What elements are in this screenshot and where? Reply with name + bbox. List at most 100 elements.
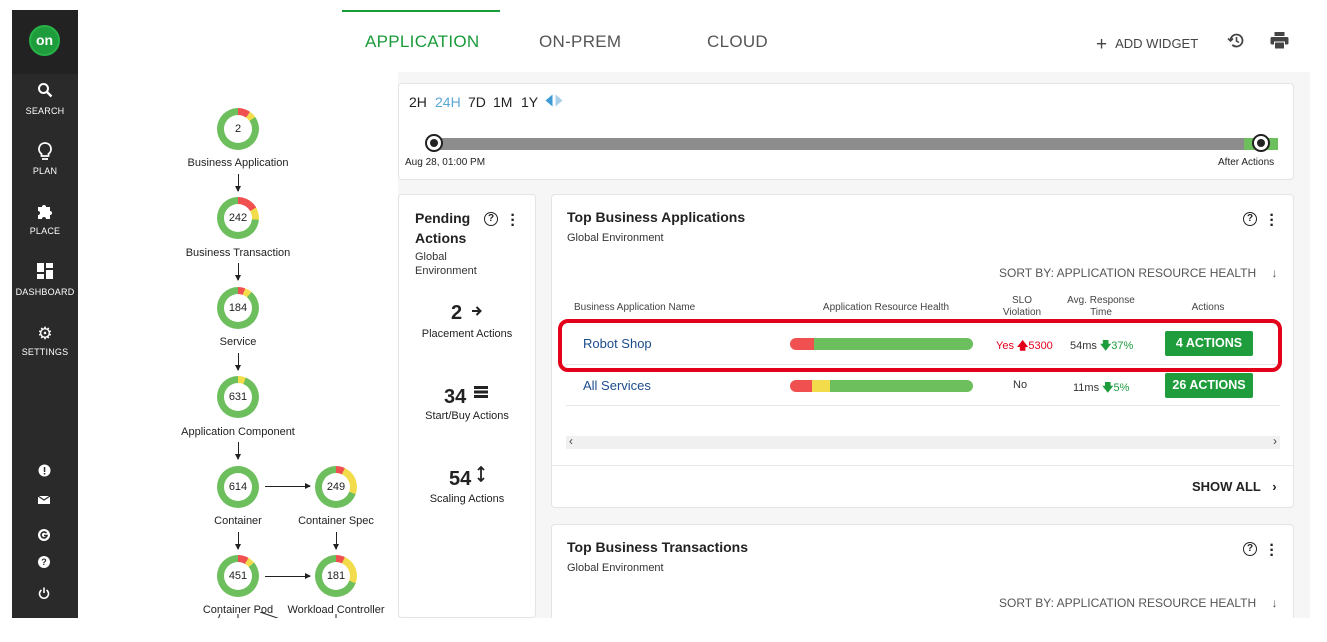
sidebar-item-place[interactable]: PLACE xyxy=(12,202,78,236)
main-area: APPLICATION ON-PREM CLOUD + ADD WIDGET 2 … xyxy=(78,10,1310,618)
range-1y[interactable]: 1Y xyxy=(521,94,538,110)
node-label: Business Transaction xyxy=(185,247,291,259)
topology-node-application-component[interactable]: 631 xyxy=(217,376,259,418)
scroll-left-icon[interactable]: ‹ xyxy=(569,434,573,448)
updown-arrow-icon xyxy=(477,465,485,487)
placement-actions-label: Placement Actions xyxy=(421,328,513,340)
placement-actions-count[interactable]: 2 xyxy=(451,302,462,325)
more-options-icon[interactable]: · · · xyxy=(1269,208,1275,234)
help-icon[interactable]: ? xyxy=(1243,212,1257,226)
timeline-end-label: After Actions xyxy=(1218,157,1275,168)
search-icon xyxy=(12,82,78,104)
tab-cloud[interactable]: CLOUD xyxy=(707,32,768,52)
range-24h[interactable]: 24H xyxy=(435,94,461,110)
power-icon[interactable] xyxy=(37,587,51,601)
topology-node-workload-controller[interactable]: 181 xyxy=(315,555,357,597)
range-7d[interactable]: 7D xyxy=(468,94,486,110)
google-icon[interactable] xyxy=(37,529,51,543)
node-count: 184 xyxy=(224,294,252,322)
sidebar-item-label: DASHBOARD xyxy=(15,287,75,297)
sidebar-item-plan[interactable]: PLAN xyxy=(12,142,78,176)
sidebar-item-dashboard[interactable]: DASHBOARD xyxy=(12,263,78,297)
tab-on-prem[interactable]: ON-PREM xyxy=(539,32,621,52)
pending-actions-subtitle: Global Environment xyxy=(415,251,477,277)
node-label: Container Spec xyxy=(298,515,374,527)
scroll-right-icon[interactable]: › xyxy=(1273,434,1277,448)
topology-arrow xyxy=(235,442,241,460)
avg-response: 11ms 🡇5% xyxy=(1073,379,1129,398)
divider xyxy=(566,405,1280,406)
health-bar-green xyxy=(830,380,973,392)
app-frame: on SEARCH PLAN PLACE DASHBOARD ⚙ SETTING… xyxy=(12,10,1310,618)
app-name-link[interactable]: All Services xyxy=(583,378,651,393)
add-widget-button[interactable]: + ADD WIDGET xyxy=(1096,32,1199,55)
alert-icon[interactable] xyxy=(37,464,51,478)
history-icon[interactable] xyxy=(1227,31,1246,53)
sort-dropdown[interactable]: SORT BY: APPLICATION RESOURCE HEALTH ↓ xyxy=(999,596,1278,610)
sidebar: on SEARCH PLAN PLACE DASHBOARD ⚙ SETTING… xyxy=(12,10,78,618)
timeline-start-handle[interactable] xyxy=(425,134,443,152)
horizontal-scrollbar[interactable]: ‹ › xyxy=(566,434,1280,449)
topology-node-business-transaction[interactable]: 242 xyxy=(217,197,259,239)
topology-node-container-pod[interactable]: 451 xyxy=(217,555,259,597)
topology-arrow xyxy=(265,483,311,489)
sidebar-item-settings[interactable]: ⚙ SETTINGS xyxy=(12,323,78,357)
range-2h[interactable]: 2H xyxy=(409,94,427,110)
start-buy-actions-label: Start/Buy Actions xyxy=(425,410,509,422)
arrow-down-icon: ↓ xyxy=(1271,266,1278,280)
puzzle-icon xyxy=(12,202,78,224)
node-count: 181 xyxy=(322,562,350,590)
logo[interactable]: on xyxy=(29,25,60,56)
node-label: Application Component xyxy=(181,426,295,438)
print-icon[interactable] xyxy=(1270,32,1289,52)
topology-node-business-application[interactable]: 2 xyxy=(217,108,259,150)
show-all-button[interactable]: SHOW ALL › xyxy=(1192,479,1277,494)
sort-label: SORT BY: APPLICATION RESOURCE HEALTH xyxy=(999,266,1257,280)
start-buy-actions-count[interactable]: 34 xyxy=(444,386,466,409)
help-icon[interactable]: ? xyxy=(1243,542,1257,556)
more-options-icon[interactable]: · · · xyxy=(1269,538,1275,564)
tab-application[interactable]: APPLICATION xyxy=(365,32,479,52)
sidebar-item-label: SEARCH xyxy=(25,106,65,116)
range-toggle-icon[interactable] xyxy=(545,94,563,112)
topology-arrow xyxy=(265,573,311,579)
node-label: Business Application xyxy=(187,157,289,169)
sort-label: SORT BY: APPLICATION RESOURCE HEALTH xyxy=(999,596,1257,610)
sort-dropdown[interactable]: SORT BY: APPLICATION RESOURCE HEALTH ↓ xyxy=(999,266,1278,280)
chevron-right-icon: › xyxy=(1272,479,1277,494)
column-header-response[interactable]: Avg. Response Time xyxy=(1056,295,1146,319)
top-business-applications-subtitle: Global Environment xyxy=(567,232,664,244)
timeline-end-handle[interactable] xyxy=(1252,134,1270,152)
node-count: 614 xyxy=(224,473,252,501)
show-all-label: SHOW ALL xyxy=(1192,479,1261,494)
top-business-transactions-subtitle: Global Environment xyxy=(567,562,664,574)
mail-icon[interactable] xyxy=(37,495,51,509)
topology-arrow xyxy=(333,532,339,550)
node-count: 451 xyxy=(224,562,252,590)
highlight-annotation xyxy=(558,319,1282,372)
column-header-health[interactable]: Application Resource Health xyxy=(806,302,966,314)
sidebar-item-search[interactable]: SEARCH xyxy=(12,82,78,116)
actions-button[interactable]: 26 ACTIONS xyxy=(1165,373,1253,398)
timeline-slider-track[interactable] xyxy=(432,138,1278,150)
add-widget-label: ADD WIDGET xyxy=(1115,36,1199,51)
column-header-actions[interactable]: Actions xyxy=(1178,302,1238,314)
scaling-actions-count[interactable]: 54 xyxy=(449,468,471,491)
arrow-down-icon: 🡇 xyxy=(1102,382,1114,394)
topology-node-container-spec[interactable]: 249 xyxy=(315,466,357,508)
logo-area: on xyxy=(12,10,78,74)
more-options-icon[interactable]: · · · xyxy=(510,208,516,234)
sidebar-item-label: PLAN xyxy=(32,166,58,176)
range-1m[interactable]: 1M xyxy=(493,94,512,110)
response-time: 11ms xyxy=(1073,382,1100,394)
topology-node-service[interactable]: 184 xyxy=(217,287,259,329)
column-header-name[interactable]: Business Application Name xyxy=(574,302,734,314)
health-bar xyxy=(790,380,973,392)
slo-violation: No xyxy=(1013,379,1027,391)
help-icon[interactable]: ? xyxy=(37,556,51,570)
topology-arrow xyxy=(235,263,241,281)
active-tab-indicator xyxy=(342,10,500,12)
help-icon[interactable]: ? xyxy=(484,212,498,226)
column-header-slo[interactable]: SLO Violation xyxy=(1002,295,1042,319)
topology-node-container[interactable]: 614 xyxy=(217,466,259,508)
